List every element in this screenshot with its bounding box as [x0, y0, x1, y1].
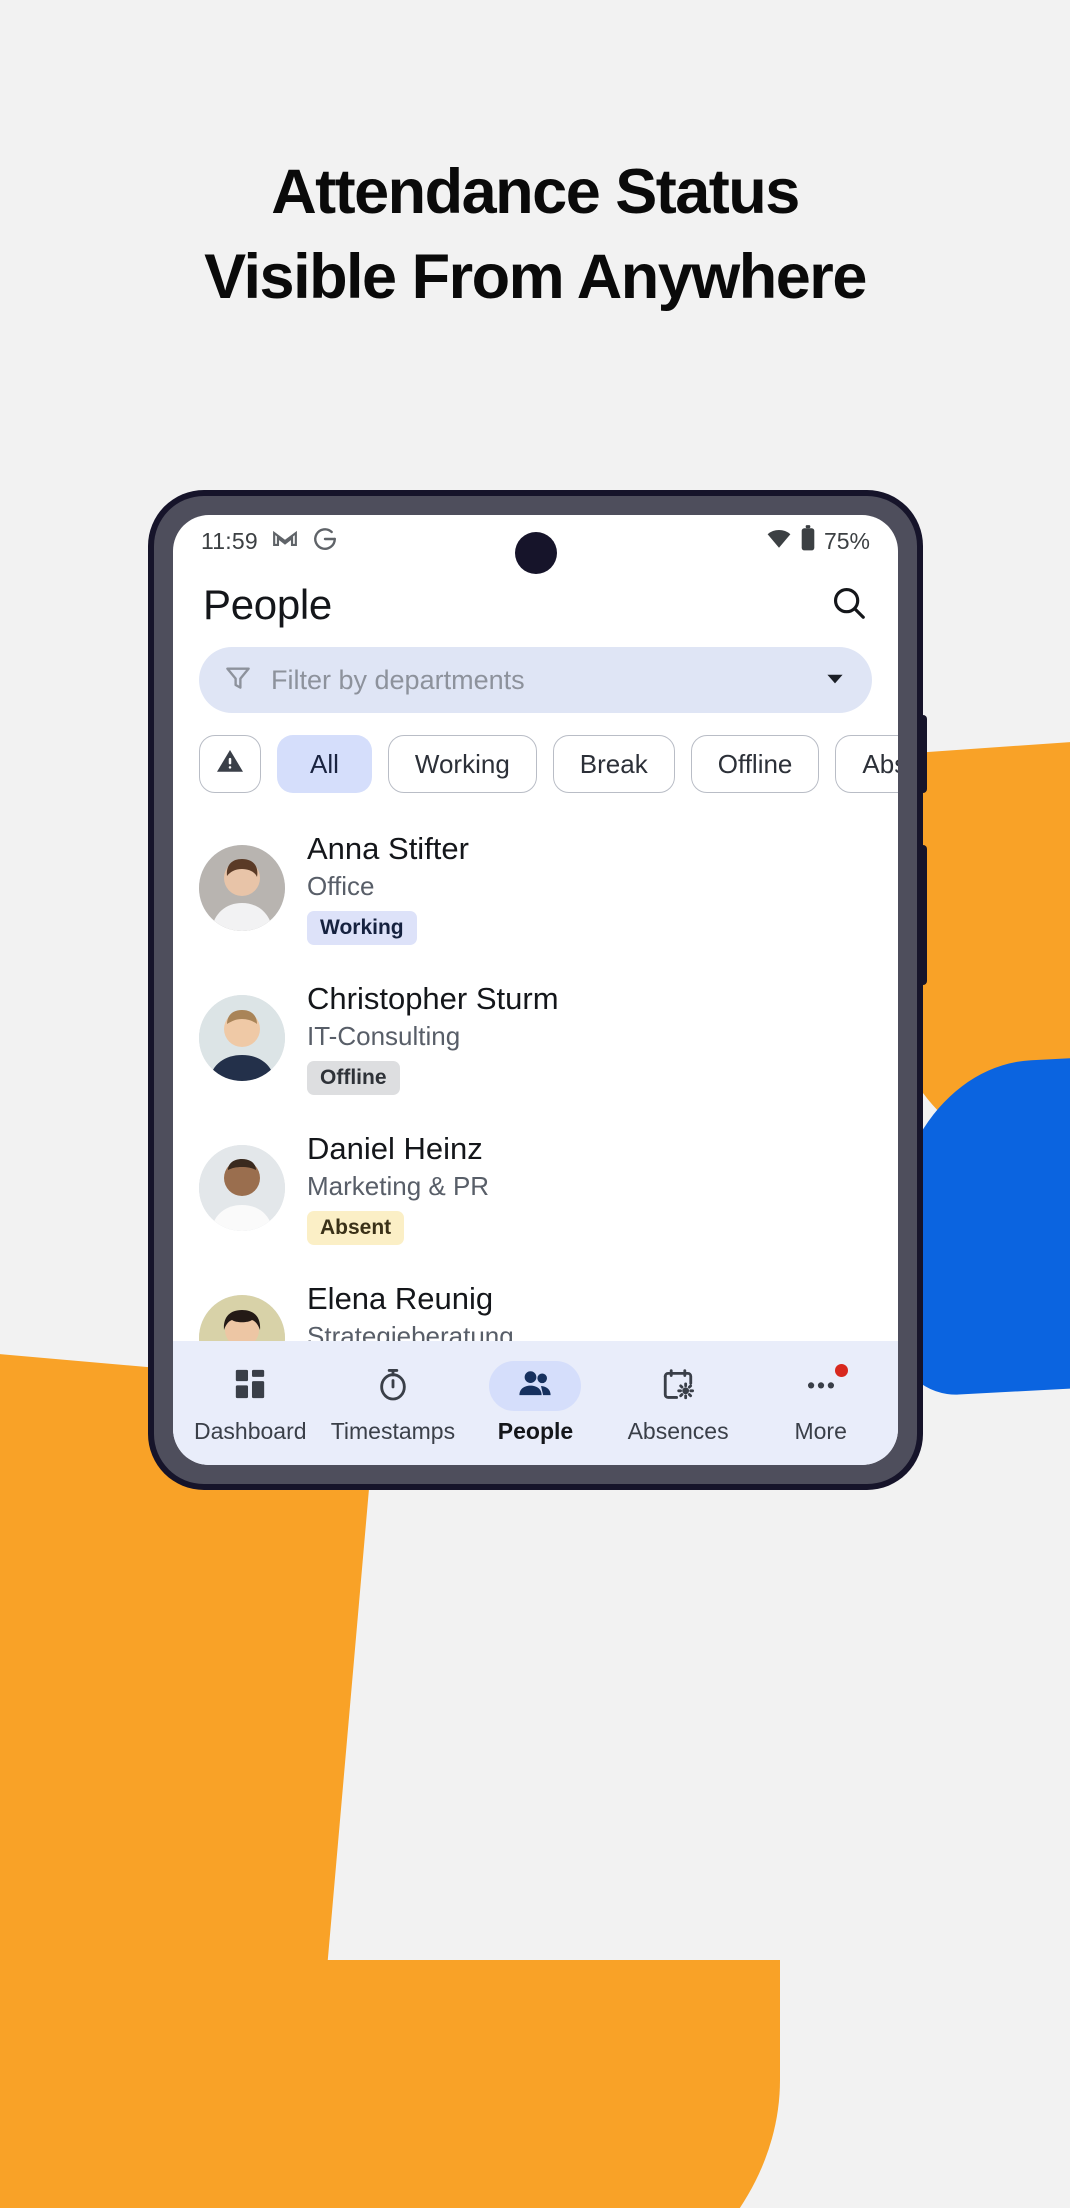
- battery-icon: [801, 525, 815, 557]
- chevron-down-icon[interactable]: [822, 665, 848, 696]
- chip-offline[interactable]: Offline: [690, 735, 820, 793]
- nav-label: Timestamps: [330, 1418, 456, 1444]
- person-name: Anna Stifter: [307, 831, 469, 866]
- phone-frame: 11:59 75% People Filter by departments A…: [148, 490, 927, 1490]
- table-row[interactable]: Daniel Heinz Marketing & PR Absent: [199, 1113, 898, 1263]
- chip-absent[interactable]: Absent: [835, 735, 898, 793]
- calendar-sun-icon: [661, 1367, 695, 1406]
- headline-line-2: Visible From Anywhere: [204, 242, 867, 313]
- phone-mockup: 11:59 75% People Filter by departments A…: [148, 490, 927, 1490]
- warning-triangle-icon: [215, 746, 245, 783]
- phone-camera-cutout: [514, 532, 557, 574]
- table-row[interactable]: Anna Stifter Office Working: [199, 813, 898, 963]
- app-header: People: [173, 567, 898, 637]
- person-name: Elena Reunig: [307, 1281, 494, 1316]
- more-dots-icon: [804, 1367, 838, 1406]
- table-row[interactable]: Christopher Sturm IT-Consulting Offline: [199, 963, 898, 1113]
- bottom-navigation-bar: Dashboard Timestamps People Absences Mor…: [173, 1341, 898, 1465]
- status-filter-chips: All Working Break Offline Absent: [173, 713, 898, 813]
- chip-working[interactable]: Working: [387, 735, 537, 793]
- gmail-icon: [272, 526, 298, 557]
- google-icon: [312, 526, 338, 557]
- nav-item-more[interactable]: More: [751, 1361, 891, 1445]
- status-badge: Offline: [307, 1061, 400, 1095]
- table-row[interactable]: Elena Reunig Strategieberatung Break sin…: [199, 1263, 898, 1341]
- phone-volume-button: [920, 715, 927, 793]
- chip-all[interactable]: All: [277, 735, 372, 793]
- nav-item-absences[interactable]: Absences: [608, 1361, 748, 1445]
- wifi-icon: [766, 527, 792, 555]
- status-badge: Absent: [307, 1211, 405, 1245]
- orange-blob-bottom: [0, 1960, 780, 2208]
- filter-placeholder-text: Filter by departments: [271, 664, 525, 695]
- person-department: Office: [307, 871, 375, 901]
- nav-item-dashboard[interactable]: Dashboard: [180, 1361, 320, 1445]
- battery-percentage: 75%: [823, 527, 870, 554]
- person-department: Strategieberatung: [307, 1321, 514, 1341]
- avatar: [199, 995, 285, 1081]
- filter-section: Filter by departments: [173, 637, 898, 713]
- chip-break[interactable]: Break: [552, 735, 675, 793]
- page-title: People: [203, 581, 332, 628]
- notification-dot: [834, 1364, 848, 1377]
- nav-label: Dashboard: [194, 1418, 307, 1444]
- people-icon: [517, 1366, 553, 1407]
- person-department: Marketing & PR: [307, 1171, 490, 1201]
- android-status-bar: 11:59 75%: [173, 515, 898, 574]
- headline-line-1: Attendance Status: [271, 157, 800, 227]
- nav-label: More: [794, 1418, 847, 1444]
- nav-label: Absences: [627, 1418, 729, 1444]
- phone-screen: 11:59 75% People Filter by departments A…: [173, 515, 898, 1465]
- people-list[interactable]: Anna Stifter Office Working Christopher …: [173, 813, 898, 1341]
- nav-item-timestamps[interactable]: Timestamps: [323, 1361, 463, 1445]
- avatar: [199, 1145, 285, 1231]
- person-name: Daniel Heinz: [307, 1131, 483, 1166]
- page-headline: Attendance Status Visible From Anywhere: [0, 150, 1070, 320]
- phone-power-button: [920, 845, 927, 985]
- search-icon: [830, 587, 868, 626]
- avatar: [199, 1295, 285, 1341]
- nav-label: People: [497, 1418, 574, 1444]
- dashboard-grid-icon: [233, 1367, 267, 1406]
- funnel-icon: [223, 663, 253, 698]
- person-name: Christopher Sturm: [307, 981, 559, 1016]
- department-filter-input[interactable]: Filter by departments: [199, 647, 872, 713]
- search-button[interactable]: [830, 584, 868, 627]
- stopwatch-icon: [376, 1367, 410, 1406]
- chip-warning[interactable]: [199, 735, 261, 793]
- person-department: IT-Consulting: [307, 1021, 461, 1051]
- nav-item-people[interactable]: People: [465, 1361, 605, 1445]
- status-badge: Working: [307, 911, 417, 945]
- avatar: [199, 845, 285, 931]
- status-bar-clock: 11:59: [201, 527, 258, 554]
- phone-bezel: 11:59 75% People Filter by departments A…: [154, 496, 917, 1484]
